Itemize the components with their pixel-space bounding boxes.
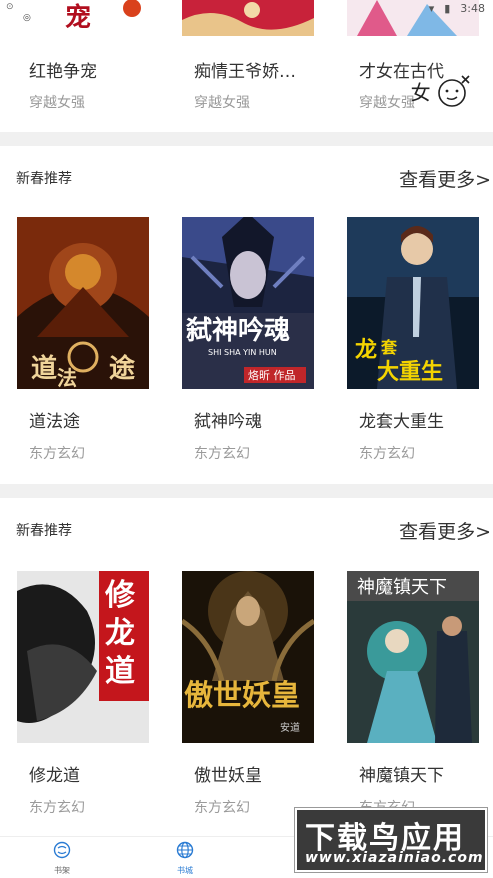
book-cover[interactable]: 傲世妖皇 安道 [182,571,314,743]
section-new-year-2: 新春推荐 查看更多> 修 龙 道 修龙道 东方玄幻 傲世妖皇 安道 傲世妖皇 东… [0,498,493,828]
section-title: 新春推荐 [16,523,72,539]
book-cover[interactable] [182,0,314,36]
svg-text:◎: ◎ [23,13,31,23]
section-divider [0,484,493,498]
svg-text:宠: 宠 [65,2,91,33]
book-genre: 东方玄幻 [194,446,250,462]
svg-text:安道: 安道 [280,721,300,734]
svg-text:龙: 龙 [105,616,135,651]
status-bar: ▾ ▮ 3:48 [429,2,485,15]
book-title[interactable]: 红艳争宠 [29,57,179,82]
wifi-icon: ▾ [428,2,435,15]
book-genre: 东方玄幻 [194,800,250,816]
tab-bookshelf[interactable]: 书架 [32,841,92,876]
book-cover[interactable]: 修 龙 道 [17,571,149,743]
svg-text:烙昕 作品: 烙昕 作品 [248,368,296,382]
svg-text:弑神吟魂: 弑神吟魂 [185,315,290,346]
book-title[interactable]: 修龙道 [29,761,179,786]
book-title[interactable]: 傲世妖皇 [194,761,344,786]
book-genre: 穿越女强 [194,95,250,111]
face-icon [438,75,470,107]
book-genre: 穿越女强 [359,95,415,111]
book-genre: 穿越女强 [29,95,85,111]
book-cover[interactable]: ◎ 宠 [17,0,149,36]
tab-bookstore[interactable]: 书城 [155,841,215,876]
floating-badge[interactable]: 女 [411,74,471,108]
book-title[interactable]: 道法途 [29,407,179,432]
book-cover[interactable]: 神魔镇天下 [347,571,479,743]
tab-label: 书架 [54,866,70,875]
book-title[interactable]: 弑神吟魂 [194,407,344,432]
book-genre: 东方玄幻 [29,800,85,816]
book-cover[interactable]: 弑神吟魂 SHI SHA YIN HUN 烙昕 作品 [182,217,314,389]
book-title[interactable]: 神魔镇天下 [359,761,493,786]
watermark-url: www.xiazainiao.com [305,850,484,866]
status-bar-left: ⊙ [6,2,14,12]
book-genre: 东方玄幻 [359,446,415,462]
svg-text:神魔镇天下: 神魔镇天下 [357,577,447,598]
book-cover[interactable]: 道 途 法 [17,217,149,389]
svg-text:途: 途 [109,353,136,384]
svg-text:大重生: 大重生 [377,360,443,385]
section-title: 新春推荐 [16,171,72,187]
section-divider [0,132,493,146]
status-time: 3:48 [460,2,485,15]
badge-text: 女 [410,80,431,105]
svg-text:修: 修 [104,578,136,613]
battery-icon: ▮ [444,2,451,15]
svg-text:SHI SHA YIN HUN: SHI SHA YIN HUN [208,348,277,357]
section-new-year-1: 新春推荐 查看更多> 道 途 法 道法途 东方玄幻 弑神吟魂 SHI SHA Y… [0,146,493,476]
bookshelf-icon [53,841,71,859]
book-title[interactable]: 龙套大重生 [359,407,493,432]
view-more-link[interactable]: 查看更多> [399,517,491,544]
view-more-link[interactable]: 查看更多> [399,165,491,192]
globe-icon [176,841,194,859]
tab-label: 书城 [177,866,193,875]
svg-text:道: 道 [31,353,57,384]
book-title[interactable]: 痴情王爷娇… [194,57,344,82]
svg-text:道: 道 [105,654,135,689]
book-cover[interactable]: 龙 套 大重生 [347,217,479,389]
svg-text:套: 套 [380,338,398,357]
watermark-logo: 下载鸟应用 www.xiazainiao.com [295,808,487,872]
svg-text:龙: 龙 [355,338,377,363]
svg-text:法: 法 [57,366,77,389]
svg-text:傲世妖皇: 傲世妖皇 [184,678,300,712]
book-genre: 东方玄幻 [29,446,85,462]
